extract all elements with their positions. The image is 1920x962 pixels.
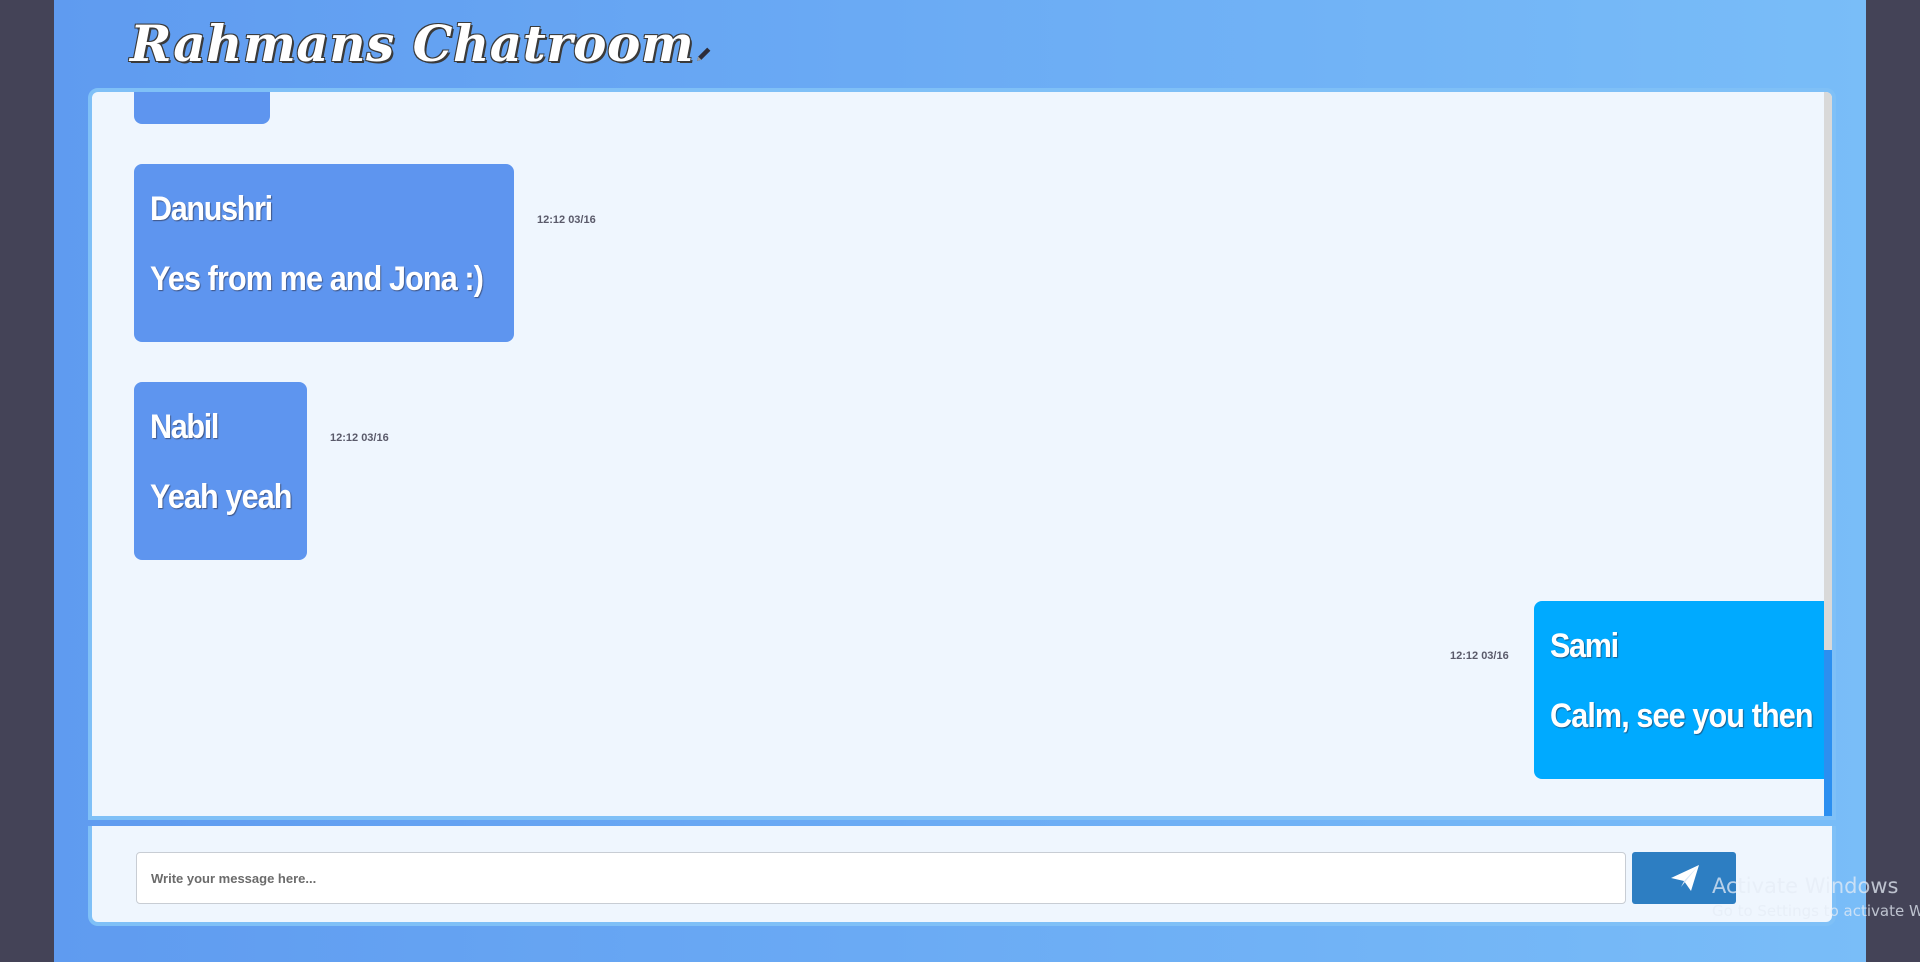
scrollbar-thumb[interactable] (1824, 650, 1832, 816)
message-bubble: Danushri Yes from me and Jona :) (134, 164, 514, 342)
message-text: Yeah yeah (150, 478, 293, 516)
left-background-strip (0, 0, 54, 962)
right-background-strip (1866, 0, 1920, 962)
message-text: Calm, see you then (1550, 697, 1814, 735)
page-title: Rahmans Chatroom (130, 14, 695, 73)
watermark-subtitle: Go to Settings to activate W (1712, 902, 1920, 920)
chatroom-app: Rahmans Chatroom Danushri Yes from me an… (54, 0, 1920, 962)
message-list[interactable]: Danushri Yes from me and Jona :) 12:12 0… (88, 88, 1836, 820)
message-sender: Nabil (150, 408, 219, 446)
message-text: Yes from me and Jona :) (150, 260, 484, 298)
watermark-title: Activate Windows (1712, 874, 1899, 898)
message-sender: Danushri (150, 190, 273, 228)
message-bubble-own: Sami Calm, see you then (1534, 601, 1832, 779)
message-bubble: Nabil Yeah yeah (134, 382, 307, 560)
message-timestamp: 12:12 03/16 (330, 432, 389, 444)
message-sender: Sami (1550, 627, 1619, 665)
message-bubble-partial (134, 92, 270, 124)
activation-watermark: Activate Windows Go to Settings to activ… (1712, 874, 1920, 920)
scrollbar-track[interactable] (1824, 92, 1832, 816)
composer-bar (88, 826, 1836, 926)
message-timestamp: 12:12 03/16 (1450, 650, 1509, 662)
message-timestamp: 12:12 03/16 (537, 214, 596, 226)
message-input[interactable] (136, 852, 1626, 904)
pencil-icon[interactable] (694, 44, 718, 68)
paper-plane-icon (1671, 865, 1699, 891)
